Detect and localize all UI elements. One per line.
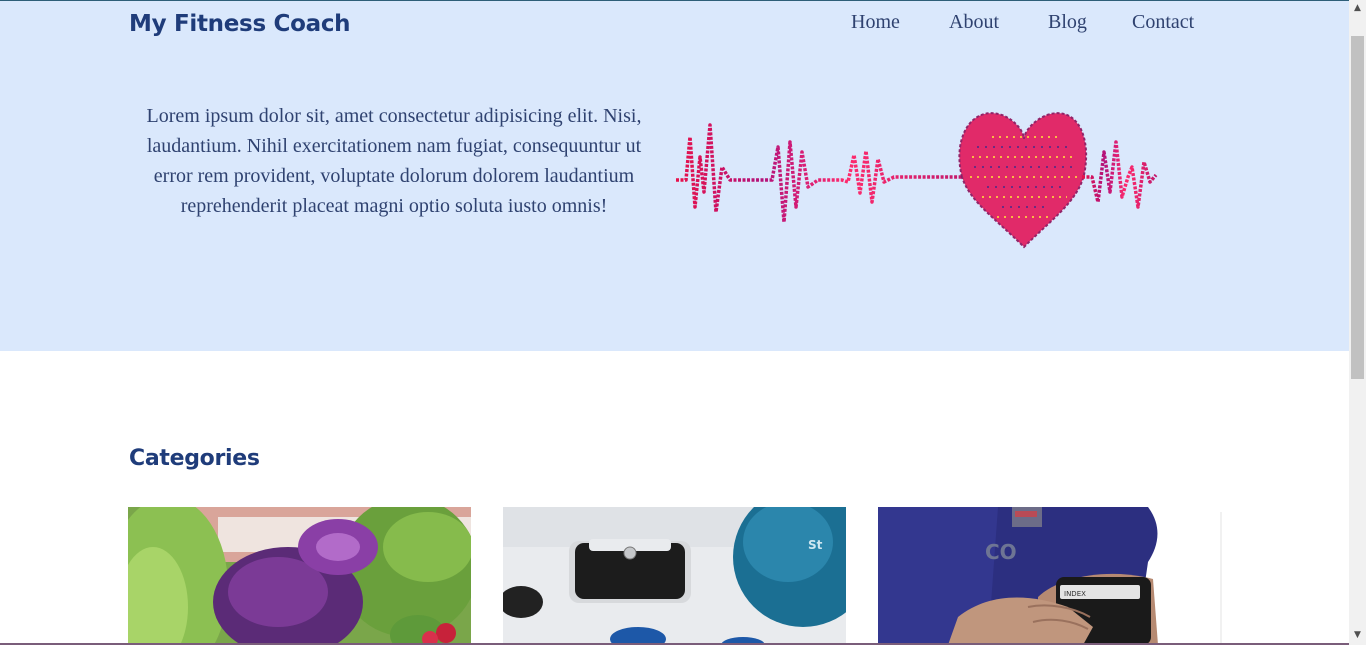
category-card-nutrition[interactable]: [128, 507, 471, 645]
svg-text:CO: CO: [985, 540, 1017, 564]
categories-title: Categories: [129, 446, 260, 471]
category-card-weight[interactable]: St: [503, 507, 846, 645]
category-card-health[interactable]: CO INDEX: [878, 507, 1221, 645]
scroll-up-icon[interactable]: ▲: [1349, 0, 1366, 17]
nav-contact[interactable]: Contact: [1132, 11, 1194, 34]
card-divider: [1220, 512, 1222, 645]
nav-blog[interactable]: Blog: [1048, 11, 1087, 34]
vegetables-image: [128, 507, 471, 645]
svg-text:St: St: [808, 538, 823, 552]
blood-pressure-cuff-image: CO INDEX: [878, 507, 1221, 645]
scale-and-dumbbells-image: St: [503, 507, 846, 645]
hero-text: Lorem ipsum dolor sit, amet consectetur …: [146, 105, 642, 217]
nav-home[interactable]: Home: [851, 11, 900, 34]
heartbeat-heart-image: [676, 112, 1158, 249]
hero-section: My Fitness Coach Home About Blog Contact…: [0, 1, 1350, 351]
nav-about[interactable]: About: [949, 11, 999, 34]
scroll-down-icon[interactable]: ▼: [1349, 627, 1366, 644]
scrollbar-thumb[interactable]: [1351, 36, 1364, 379]
main-nav: Home About Blog Contact: [0, 11, 1350, 39]
svg-text:INDEX: INDEX: [1064, 590, 1086, 598]
vertical-scrollbar[interactable]: ▲ ▼: [1349, 0, 1366, 645]
